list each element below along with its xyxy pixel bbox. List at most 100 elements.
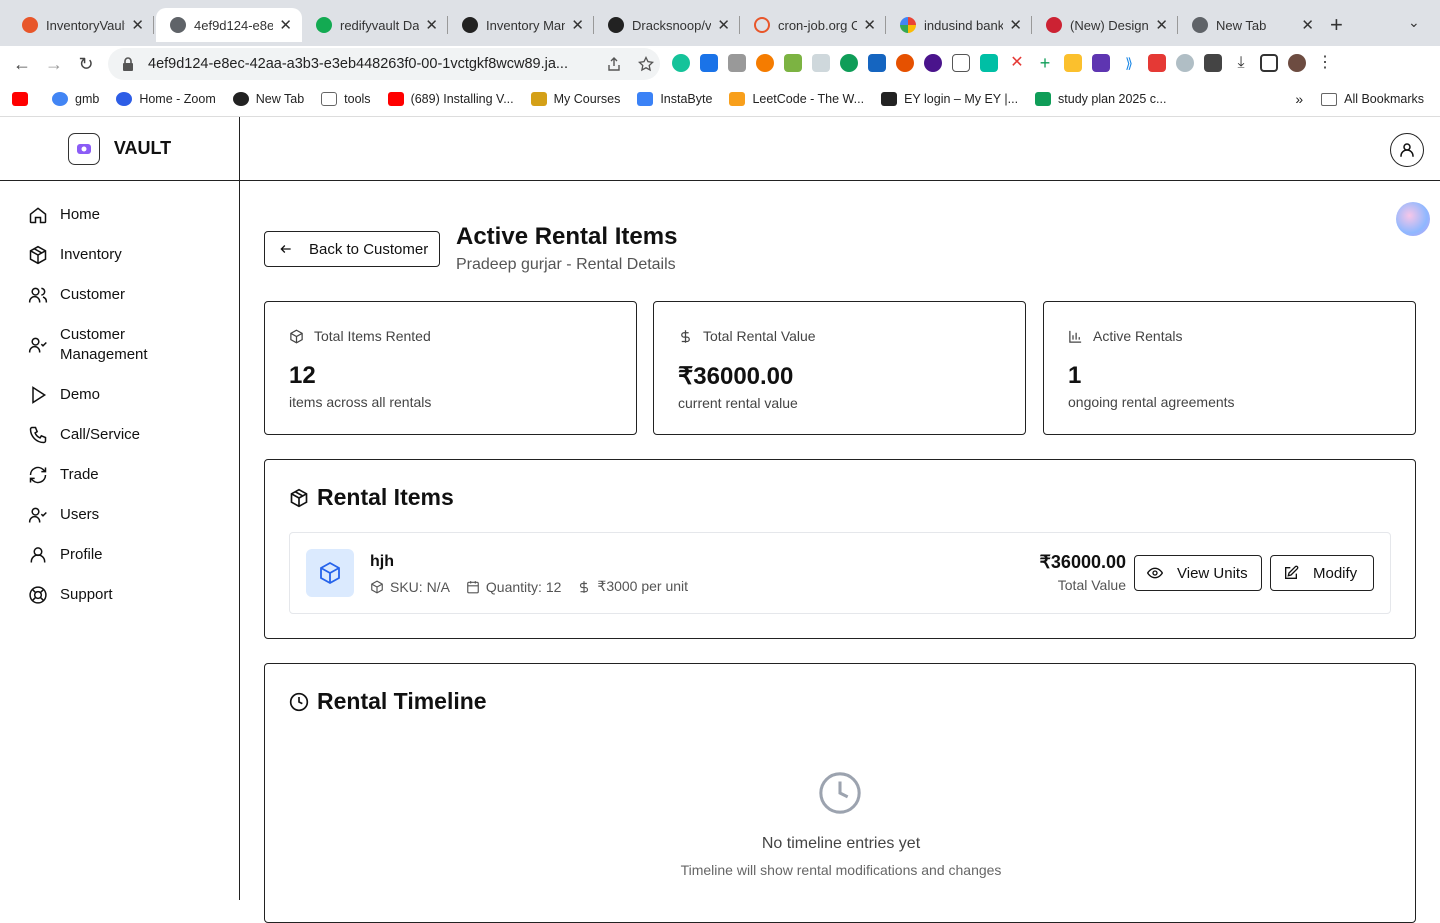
openai-icon bbox=[232, 92, 249, 106]
forward-arrow-icon[interactable]: → bbox=[42, 52, 66, 76]
bookmark-star-icon[interactable] bbox=[638, 56, 654, 72]
browser-tab[interactable]: cron-job.org C ✕ bbox=[740, 8, 886, 42]
all-bookmarks[interactable]: » All Bookmarks bbox=[1295, 91, 1424, 107]
brand[interactable]: VAULT bbox=[0, 117, 239, 181]
unicorn-avatar[interactable] bbox=[1396, 202, 1430, 236]
extension-icon[interactable] bbox=[812, 54, 830, 72]
grammarly-icon[interactable] bbox=[672, 54, 690, 72]
bookmarks-bar: gmb Home - Zoom New Tab tools (689) Inst… bbox=[0, 82, 1440, 117]
browser-tab[interactable]: InventoryVault ✕ bbox=[8, 8, 154, 42]
lock-icon bbox=[123, 57, 133, 71]
item-total-label: Total Value bbox=[1057, 577, 1126, 593]
sidebar-item-users[interactable]: Users bbox=[0, 495, 239, 535]
extension-icon[interactable] bbox=[868, 54, 886, 72]
google-icon bbox=[900, 17, 916, 33]
timeline-empty-subtitle: Timeline will show rental modifications … bbox=[680, 862, 1002, 878]
play-icon bbox=[32, 386, 47, 404]
sidebar-item-customer[interactable]: Customer bbox=[0, 275, 239, 315]
more-bookmarks-icon[interactable]: » bbox=[1295, 91, 1303, 107]
download-icon[interactable]: ⤓ bbox=[1232, 54, 1250, 72]
sidebar-item-call-service[interactable]: Call/Service bbox=[0, 415, 239, 455]
browser-tab-active[interactable]: 4ef9d124-e8e ✕ bbox=[156, 8, 302, 42]
close-tab-icon[interactable]: ✕ bbox=[717, 16, 730, 34]
close-tab-icon[interactable]: ✕ bbox=[279, 16, 292, 34]
close-tab-icon[interactable]: ✕ bbox=[425, 16, 438, 34]
bar-chart-icon bbox=[1069, 330, 1082, 343]
camera-icon[interactable] bbox=[728, 54, 746, 72]
bookmark-item[interactable]: (689) Installing V... bbox=[387, 92, 514, 106]
browser-tab[interactable]: indusind bank ✕ bbox=[886, 8, 1032, 42]
new-tab-icon[interactable]: + bbox=[1330, 12, 1343, 38]
extension-icon[interactable] bbox=[756, 54, 774, 72]
panel-title: Rental Items bbox=[289, 484, 454, 511]
close-extension-icon[interactable]: ✕ bbox=[1008, 54, 1026, 72]
bookmark-item[interactable]: Home - Zoom bbox=[116, 92, 216, 106]
extension-icon[interactable] bbox=[1092, 54, 1110, 72]
sidebar-item-support[interactable]: Support bbox=[0, 575, 239, 615]
app-topbar bbox=[240, 117, 1440, 181]
bookmark-item[interactable]: EY login – My EY |... bbox=[881, 92, 1018, 106]
close-tab-icon[interactable]: ✕ bbox=[863, 16, 876, 34]
user-menu-button[interactable] bbox=[1390, 133, 1424, 167]
reload-icon[interactable]: ↻ bbox=[74, 52, 98, 76]
youtube-icon bbox=[12, 92, 28, 106]
extension-icon[interactable] bbox=[700, 54, 718, 72]
bookmark-item[interactable]: study plan 2025 c... bbox=[1035, 92, 1166, 106]
clock-icon bbox=[289, 692, 309, 711]
browser-tab[interactable]: Dracksnoop/va ✕ bbox=[594, 8, 740, 42]
share-icon[interactable] bbox=[606, 56, 622, 72]
chrome-icon bbox=[1192, 17, 1208, 33]
pen-icon[interactable] bbox=[952, 54, 970, 72]
browser-tab[interactable]: New Tab ✕ bbox=[1178, 8, 1324, 42]
tab-search-icon[interactable]: ⌄ bbox=[1408, 14, 1420, 31]
extension-icon[interactable] bbox=[980, 54, 998, 72]
timeline-empty-title: No timeline entries yet bbox=[761, 835, 921, 852]
extension-icon[interactable] bbox=[1148, 54, 1166, 72]
sidebar-item-profile[interactable]: Profile bbox=[0, 535, 239, 575]
extension-icon[interactable] bbox=[840, 54, 858, 72]
bookmark-item[interactable]: gmb bbox=[52, 92, 99, 106]
bookmark-item[interactable]: LeetCode - The W... bbox=[729, 92, 864, 106]
tab-favicon-icon bbox=[754, 17, 770, 33]
view-units-button[interactable]: View Units bbox=[1134, 555, 1262, 591]
modify-button[interactable]: Modify bbox=[1270, 555, 1374, 591]
address-bar[interactable]: 4ef9d124-e8ec-42aa-a3b3-e3eb448263f0-00-… bbox=[108, 48, 660, 80]
puzzle-icon[interactable] bbox=[1204, 54, 1222, 72]
browser-tab[interactable]: redifyvault Dat ✕ bbox=[302, 8, 448, 42]
browser-tab[interactable]: Inventory Man ✕ bbox=[448, 8, 594, 42]
plus-extension-icon[interactable]: + bbox=[1036, 54, 1054, 72]
profile-avatar-icon[interactable] bbox=[1288, 54, 1306, 72]
close-tab-icon[interactable]: ✕ bbox=[1155, 16, 1168, 34]
bookmark-folder[interactable]: tools bbox=[321, 92, 371, 106]
bookmark-item[interactable]: New Tab bbox=[232, 92, 304, 106]
sidebar-item-demo[interactable]: Demo bbox=[0, 375, 239, 415]
refresh-icon bbox=[29, 466, 47, 484]
extension-icon[interactable]: ⟫ bbox=[1120, 54, 1138, 72]
back-arrow-icon[interactable]: ← bbox=[10, 52, 34, 76]
extension-icon[interactable] bbox=[896, 54, 914, 72]
sidebar-item-customer-management[interactable]: Customer Management bbox=[0, 315, 239, 375]
close-tab-icon[interactable]: ✕ bbox=[1009, 16, 1022, 34]
back-to-customer-button[interactable]: Back to Customer bbox=[264, 231, 440, 267]
user-check-icon bbox=[28, 507, 47, 523]
sidebar-nav: Home Inventory Customer Customer Managem… bbox=[0, 181, 239, 615]
kebab-menu-icon[interactable]: ⋮ bbox=[1316, 54, 1334, 72]
bookmark-item[interactable]: InstaByte bbox=[637, 92, 712, 106]
bookmark-item[interactable]: My Courses bbox=[530, 92, 620, 106]
shield-extension-icon[interactable] bbox=[1176, 54, 1194, 72]
close-tab-icon[interactable]: ✕ bbox=[131, 16, 144, 34]
page-subtitle: Pradeep gurjar - Rental Details bbox=[456, 256, 676, 273]
stat-value: 12 bbox=[289, 362, 316, 389]
sidebar-item-inventory[interactable]: Inventory bbox=[0, 235, 239, 275]
box-icon bbox=[29, 245, 47, 265]
side-panel-icon[interactable] bbox=[1260, 54, 1278, 72]
browser-tab[interactable]: (New) Designe ✕ bbox=[1032, 8, 1178, 42]
extension-icon[interactable] bbox=[784, 54, 802, 72]
close-tab-icon[interactable]: ✕ bbox=[571, 16, 584, 34]
extension-icon[interactable] bbox=[924, 54, 942, 72]
close-tab-icon[interactable]: ✕ bbox=[1301, 16, 1314, 34]
sidebar-item-home[interactable]: Home bbox=[0, 195, 239, 235]
sidebar-item-trade[interactable]: Trade bbox=[0, 455, 239, 495]
extension-icon[interactable] bbox=[1064, 54, 1082, 72]
bookmark-item[interactable] bbox=[12, 92, 35, 106]
